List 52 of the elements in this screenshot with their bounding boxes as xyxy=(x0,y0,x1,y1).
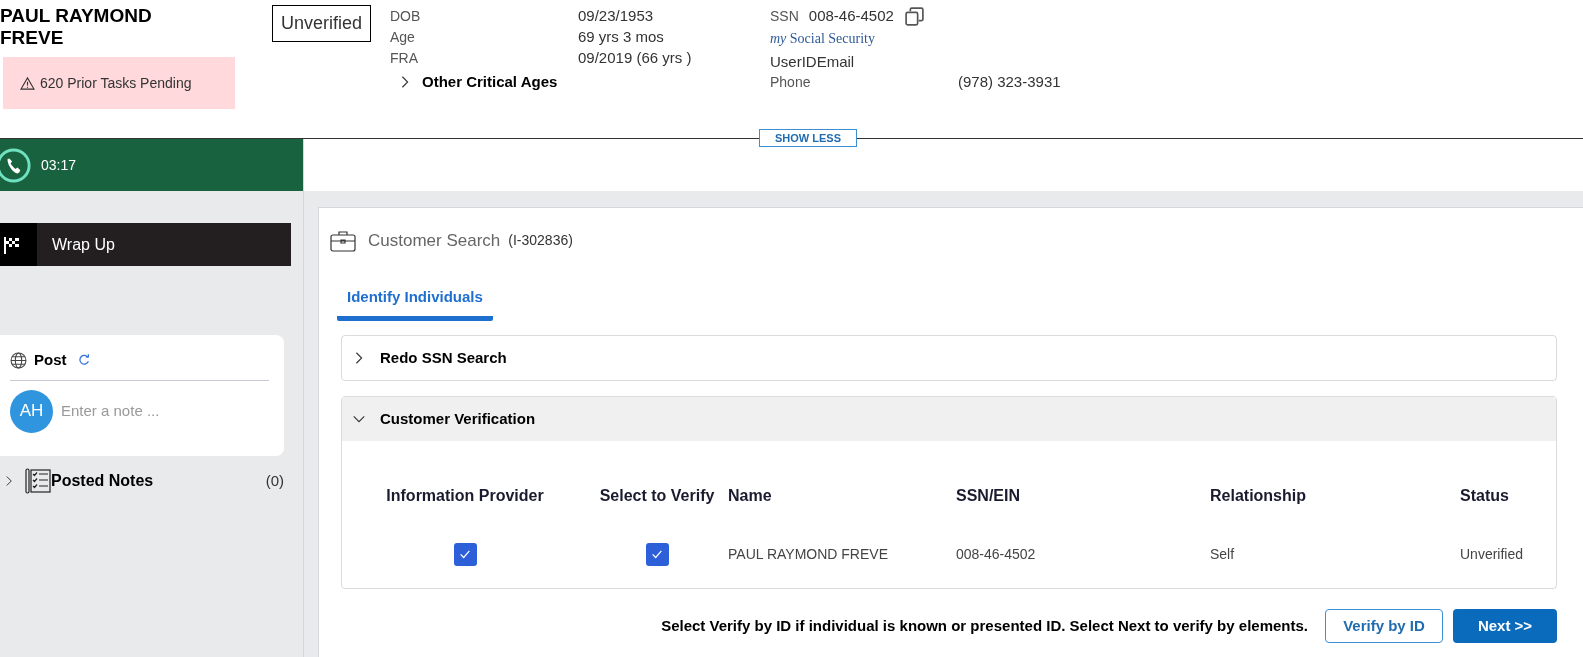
field-label: FRA xyxy=(390,49,419,68)
column-header: Status xyxy=(1460,486,1510,506)
field-label: DOB xyxy=(390,7,422,26)
alert-text: 620 Prior Tasks Pending xyxy=(40,73,192,93)
checkbox[interactable] xyxy=(645,542,669,566)
field-value: 09/2019 (66 yrs ) xyxy=(578,48,692,69)
next-button[interactable]: Next >> xyxy=(1453,609,1557,643)
field-value: 69 yrs 3 mos xyxy=(578,27,664,48)
show-less-button[interactable]: SHOW LESS xyxy=(759,129,857,147)
column-header: Name xyxy=(728,486,773,506)
column-header: Information Provider xyxy=(385,486,545,506)
column-header: SSN/EIN xyxy=(956,486,1021,506)
wrap-up-button[interactable]: Wrap Up xyxy=(0,223,291,266)
case-id: (I-302836) xyxy=(508,231,573,251)
instruction-text: Select Verify by ID if individual is known or presented ID. Select Next to verify by elements. xyxy=(661,615,1308,636)
section-title[interactable]: Customer Verification xyxy=(380,407,536,431)
table-cell-text: PAUL RAYMOND FREVE xyxy=(728,544,889,564)
verification-badge: Unverified xyxy=(272,5,372,42)
globe-icon xyxy=(10,351,27,369)
checkbox[interactable] xyxy=(453,542,477,566)
tab[interactable]: Identify Individuals xyxy=(337,285,493,321)
expand-link[interactable]: Other Critical Ages xyxy=(422,71,558,94)
field-label: Phone xyxy=(770,73,812,92)
copy-icon[interactable] xyxy=(903,5,925,27)
phone-icon[interactable] xyxy=(0,147,33,183)
post-title: Post xyxy=(34,350,67,370)
refresh-icon[interactable] xyxy=(76,353,91,368)
page-title: Customer Search xyxy=(368,230,501,252)
posted-notes-label[interactable]: Posted Notes xyxy=(51,469,154,493)
call-timer: 03:17 xyxy=(41,155,77,175)
avatar: AH xyxy=(10,389,53,433)
field-value: (978) 323-3931 xyxy=(958,72,1061,93)
warning-icon xyxy=(20,75,35,91)
social-security-logo: my Social Security xyxy=(770,30,875,48)
table-cell-text: 008-46-4502 xyxy=(956,544,1037,564)
column-header: Select to Verify xyxy=(598,486,716,506)
table-cell-text: Self xyxy=(1210,544,1236,564)
field-value: 09/23/1953 xyxy=(578,6,654,27)
table-cell-text: Unverified xyxy=(1460,544,1525,564)
briefcase-icon xyxy=(330,229,356,252)
field-label: Age xyxy=(390,28,416,47)
field-value: UserIDEmail xyxy=(770,52,856,72)
column-header: Relationship xyxy=(1210,486,1307,506)
note-input-field[interactable]: Enter a note ... xyxy=(61,399,274,423)
checkered-flag-icon xyxy=(1,234,22,255)
field-label: SSN xyxy=(770,6,799,26)
customer-name: PAUL RAYMOND FREVE xyxy=(0,5,153,49)
notes-count: (0) xyxy=(265,470,284,491)
notes-list-icon xyxy=(25,468,51,494)
field-value: 008-46-4502 xyxy=(808,5,894,26)
verify-button[interactable]: Verify by ID xyxy=(1325,609,1443,643)
section-title[interactable]: Redo SSN Search xyxy=(380,346,507,370)
